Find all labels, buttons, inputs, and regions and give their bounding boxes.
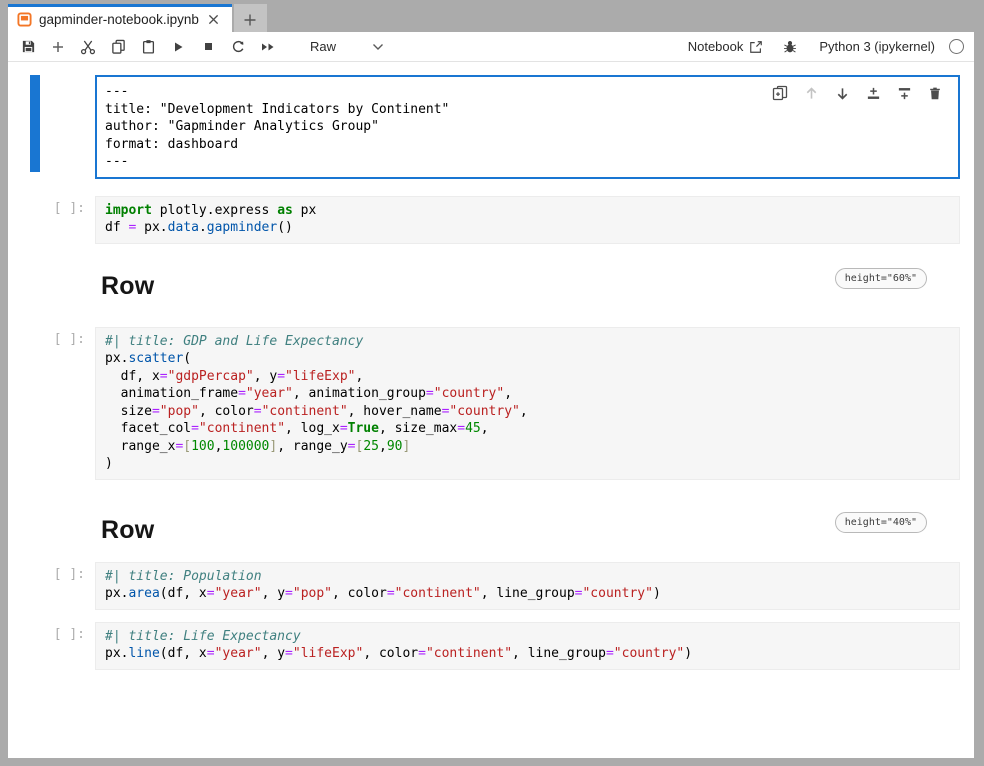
notebook-link-label: Notebook xyxy=(688,39,744,54)
cell-prompt xyxy=(8,75,95,179)
restart-icon xyxy=(231,39,246,54)
delete-icon xyxy=(928,86,942,101)
scatter-cell-editor[interactable]: #| title: GDP and Life Expectancypx.scat… xyxy=(95,327,960,480)
raw-cell-editor[interactable]: ---title: "Development Indicators by Con… xyxy=(95,75,960,179)
insert-above-button[interactable] xyxy=(863,83,883,103)
delete-cell-button[interactable] xyxy=(925,83,945,103)
cell-type-dropdown[interactable]: Raw xyxy=(310,39,384,54)
code-cell-imports: [ ]: import plotly.express as pxdf = px.… xyxy=(8,196,960,244)
copy-icon xyxy=(111,39,126,54)
tab-notebook[interactable]: gapminder-notebook.ipynb xyxy=(8,4,232,32)
cell-prompt: [ ]: xyxy=(8,622,95,670)
run-all-icon xyxy=(260,40,276,54)
stop-button[interactable] xyxy=(196,35,220,59)
imports-cell-editor[interactable]: import plotly.express as pxdf = px.data.… xyxy=(95,196,960,244)
stop-icon xyxy=(202,40,215,53)
notebook-file-icon xyxy=(17,12,32,27)
cell-prompt: [ ]: xyxy=(8,196,95,244)
area-cell-editor[interactable]: #| title: Populationpx.area(df, x="year"… xyxy=(95,562,960,610)
duplicate-icon xyxy=(772,85,788,101)
tab-bar: gapminder-notebook.ipynb xyxy=(8,0,974,32)
insert-below-button[interactable] xyxy=(894,83,914,103)
run-button[interactable] xyxy=(166,35,190,59)
active-cell-indicator[interactable] xyxy=(30,75,40,172)
save-icon xyxy=(21,39,36,54)
imports-cell-source: import plotly.express as pxdf = px.data.… xyxy=(96,197,959,243)
external-link-icon xyxy=(749,40,763,54)
markdown-cell-row1[interactable]: Row height="60%" xyxy=(95,266,960,301)
paste-button[interactable] xyxy=(136,35,160,59)
code-cell-scatter: [ ]: #| title: GDP and Life Expectancypx… xyxy=(8,327,960,480)
copy-button[interactable] xyxy=(106,35,130,59)
save-button[interactable] xyxy=(16,35,40,59)
move-up-button[interactable] xyxy=(801,83,821,103)
bug-icon xyxy=(783,40,797,54)
lifeexp-cell-source: #| title: Life Expectancypx.line(df, x="… xyxy=(96,623,959,669)
cell-prompt: [ ]: xyxy=(8,327,95,480)
tab-label: gapminder-notebook.ipynb xyxy=(39,12,199,27)
move-down-button[interactable] xyxy=(832,83,852,103)
debugger-toggle[interactable] xyxy=(783,40,797,54)
cut-button[interactable] xyxy=(76,35,100,59)
restart-button[interactable] xyxy=(226,35,250,59)
insert-below-icon xyxy=(897,86,912,101)
kernel-name[interactable]: Python 3 (ipykernel) xyxy=(819,39,935,54)
jupyterlab-window: gapminder-notebook.ipynb xyxy=(0,0,984,766)
height-badge: height="60%" xyxy=(835,268,927,289)
move-up-icon xyxy=(804,86,819,101)
duplicate-cell-button[interactable] xyxy=(770,83,790,103)
raw-cell: ---title: "Development Indicators by Con… xyxy=(8,75,960,179)
new-tab-button[interactable] xyxy=(234,4,267,32)
notebook-view-link[interactable]: Notebook xyxy=(688,39,764,54)
run-all-button[interactable] xyxy=(256,35,280,59)
cut-icon xyxy=(80,39,96,55)
add-cell-button[interactable] xyxy=(46,35,70,59)
height-badge: height="40%" xyxy=(835,512,927,533)
kernel-status-icon xyxy=(949,39,964,54)
notebook-panel: Raw Notebook Python 3 (ipykernel) xyxy=(8,32,974,758)
run-icon xyxy=(171,40,185,54)
toolbar-right: Notebook Python 3 (ipykernel) xyxy=(688,39,964,54)
cell-toolbar xyxy=(768,82,947,104)
cell-prompt: [ ]: xyxy=(8,562,95,610)
code-cell-area: [ ]: #| title: Populationpx.area(df, x="… xyxy=(8,562,960,610)
close-icon[interactable] xyxy=(206,12,222,28)
row-heading: Row xyxy=(101,272,154,301)
move-down-icon xyxy=(835,86,850,101)
notebook-content: ---title: "Development Indicators by Con… xyxy=(8,62,974,758)
chevron-down-icon xyxy=(372,43,384,51)
lifeexp-cell-editor[interactable]: #| title: Life Expectancypx.line(df, x="… xyxy=(95,622,960,670)
area-cell-source: #| title: Populationpx.area(df, x="year"… xyxy=(96,563,959,609)
cell-type-value: Raw xyxy=(310,39,336,54)
paste-icon xyxy=(141,39,156,54)
code-cell-lifeexp: [ ]: #| title: Life Expectancypx.line(df… xyxy=(8,622,960,670)
new-tab-icon xyxy=(243,13,257,27)
markdown-cell-row2[interactable]: Row height="40%" xyxy=(95,510,960,545)
add-cell-icon xyxy=(51,40,65,54)
scatter-cell-source: #| title: GDP and Life Expectancypx.scat… xyxy=(96,328,959,479)
notebook-toolbar: Raw Notebook Python 3 (ipykernel) xyxy=(8,32,974,62)
insert-above-icon xyxy=(866,86,881,101)
row-heading: Row xyxy=(101,516,154,545)
